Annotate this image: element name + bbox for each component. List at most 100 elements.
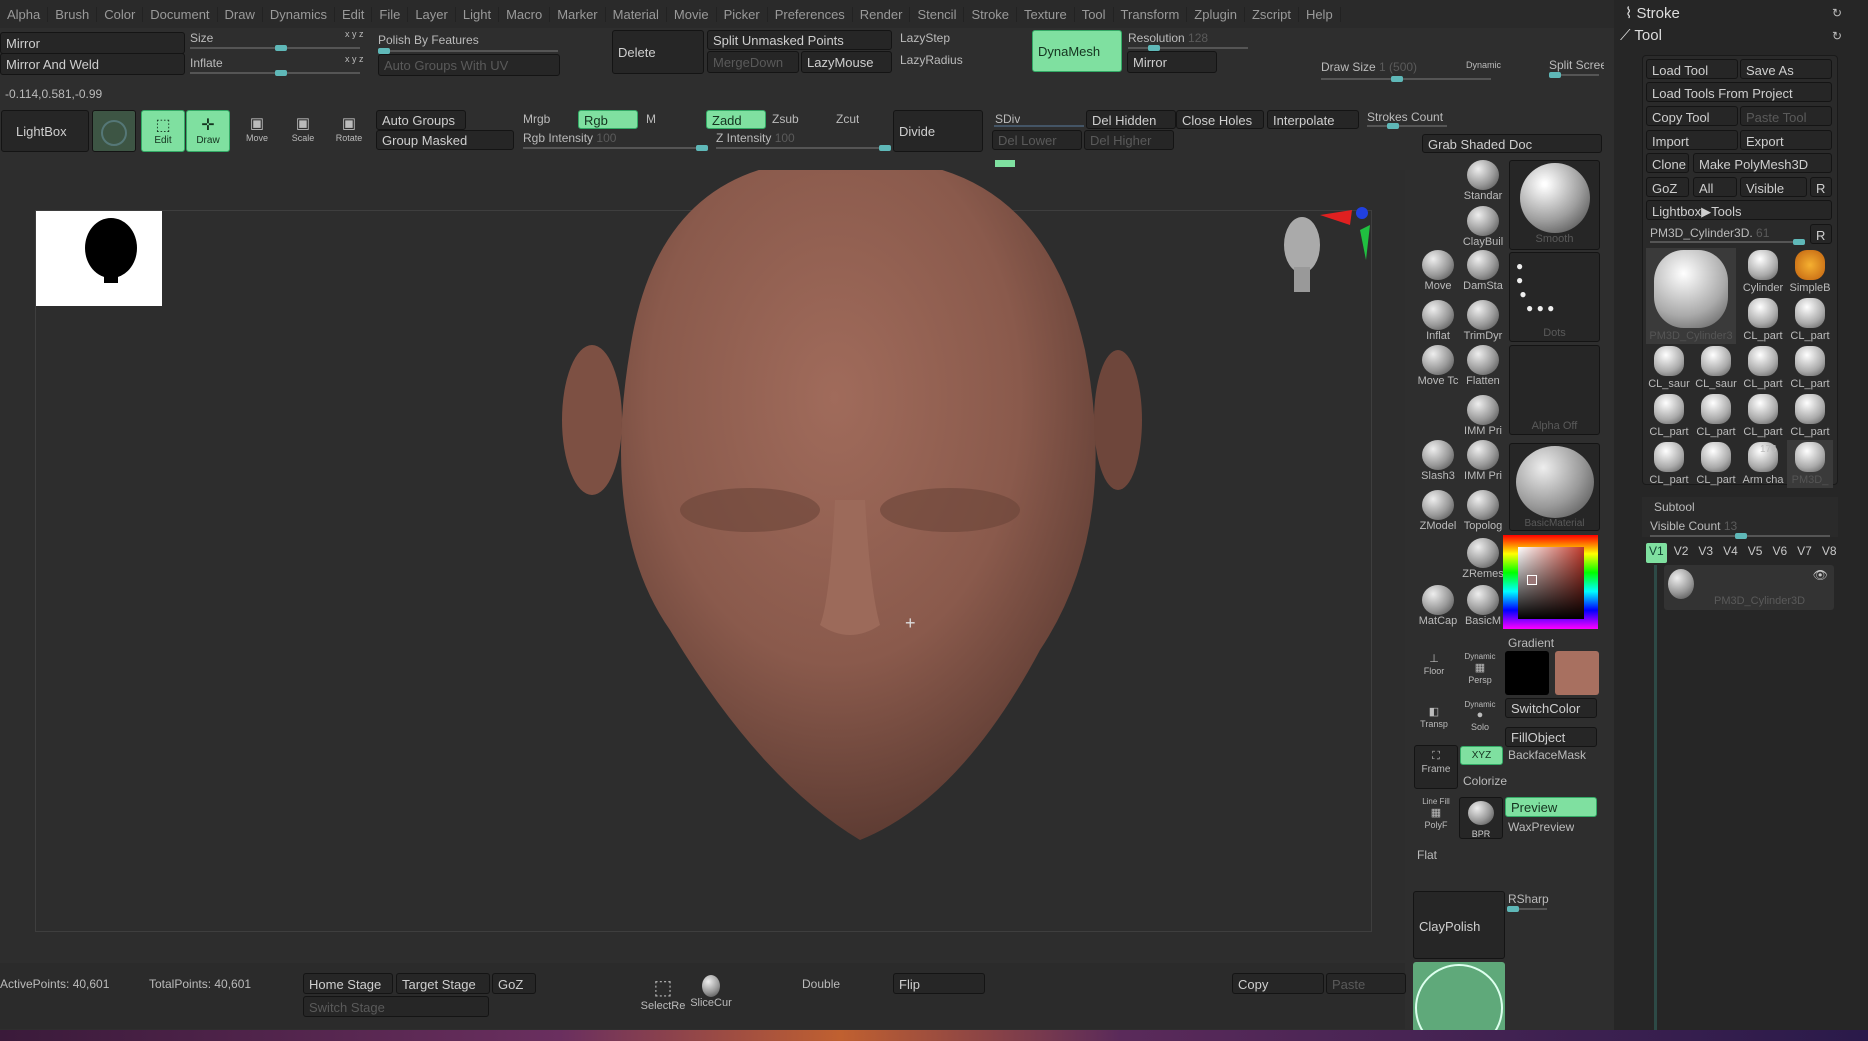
import-button[interactable]: Import bbox=[1646, 130, 1738, 150]
brush-5[interactable]: TrimDyr bbox=[1460, 300, 1506, 342]
lightbox-tools-button[interactable]: Lightbox▶Tools bbox=[1646, 200, 1832, 220]
tool-slider[interactable] bbox=[1650, 239, 1805, 245]
navigator-thumbnail[interactable] bbox=[36, 211, 162, 306]
copy-button[interactable]: Copy bbox=[1232, 973, 1324, 994]
menu-tool[interactable]: Tool bbox=[1075, 6, 1114, 22]
xyz-symmetry-button[interactable]: XYZ bbox=[1460, 746, 1503, 765]
move-button[interactable]: ▣ Move bbox=[240, 114, 274, 144]
zcut-button[interactable]: Zcut bbox=[836, 112, 859, 126]
brush-3[interactable]: DamSta bbox=[1460, 250, 1506, 292]
curve-editor[interactable] bbox=[1413, 962, 1505, 1032]
stroke-slot[interactable]: Smooth bbox=[1509, 160, 1600, 250]
double-button[interactable]: Double bbox=[802, 977, 840, 991]
rotate-button[interactable]: ▣ Rotate bbox=[332, 114, 366, 144]
brush-12[interactable]: Topolog bbox=[1460, 490, 1506, 532]
menu-dynamics[interactable]: Dynamics bbox=[263, 6, 335, 22]
divide-button[interactable]: Divide bbox=[893, 110, 983, 152]
menu-brush[interactable]: Brush bbox=[48, 6, 98, 22]
brush-11[interactable]: ZModel bbox=[1415, 490, 1461, 532]
menu-material[interactable]: Material bbox=[606, 6, 667, 22]
tool-thumb[interactable]: PM3D_Cylinder3 bbox=[1646, 248, 1736, 344]
menu-draw[interactable]: Draw bbox=[218, 6, 263, 22]
menu-transform[interactable]: Transform bbox=[1114, 6, 1188, 22]
brush-14[interactable]: MatCap bbox=[1415, 585, 1461, 627]
del-higher-button[interactable]: Del Higher bbox=[1084, 130, 1174, 150]
brush-9[interactable]: Slash3 bbox=[1415, 440, 1461, 482]
eye-icon[interactable]: 👁 bbox=[1813, 568, 1828, 582]
size-slider[interactable] bbox=[190, 45, 360, 51]
polyframe-button[interactable]: Line Fill ▦ PolyF bbox=[1414, 797, 1458, 831]
split-screen-label[interactable]: Split Scree bbox=[1549, 58, 1604, 72]
brush-7[interactable]: Flatten bbox=[1460, 345, 1506, 387]
tool-thumb[interactable]: PM3D_ bbox=[1787, 440, 1833, 488]
menu-help[interactable]: Help bbox=[1299, 6, 1341, 22]
menu-light[interactable]: Light bbox=[456, 6, 500, 22]
edit-button[interactable]: ⬚ Edit bbox=[141, 110, 185, 152]
rgb-button[interactable]: Rgb bbox=[578, 110, 638, 129]
version-tab-v5[interactable]: V5 bbox=[1745, 543, 1766, 563]
load-tool-button[interactable]: Load Tool bbox=[1646, 59, 1738, 79]
version-tab-v2[interactable]: V2 bbox=[1671, 543, 1692, 563]
mirror-button[interactable]: Mirror bbox=[0, 32, 185, 54]
quick-sketch-button[interactable] bbox=[92, 110, 136, 152]
auto-groups-uv-button[interactable]: Auto Groups With UV bbox=[378, 54, 560, 76]
close-holes-button[interactable]: Close Holes bbox=[1176, 110, 1264, 129]
version-tab-v4[interactable]: V4 bbox=[1720, 543, 1741, 563]
paste-tool-button[interactable]: Paste Tool bbox=[1740, 106, 1832, 126]
menu-macro[interactable]: Macro bbox=[499, 6, 551, 22]
tool-thumb[interactable]: CL_part bbox=[1787, 392, 1833, 440]
scale-button[interactable]: ▣ Scale bbox=[286, 114, 320, 144]
tool-thumb[interactable]: CL_part bbox=[1693, 392, 1739, 440]
sdiv-slider[interactable] bbox=[994, 125, 1084, 127]
canvas-area[interactable]: + bbox=[0, 170, 1405, 960]
tool-thumb[interactable]: CL_part bbox=[1740, 344, 1786, 392]
tool-thumb[interactable]: SimpleB bbox=[1787, 248, 1833, 296]
version-tab-v6[interactable]: V6 bbox=[1769, 543, 1790, 563]
visible-count-slider[interactable] bbox=[1650, 533, 1830, 539]
menu-document[interactable]: Document bbox=[143, 6, 218, 22]
polish-slider[interactable] bbox=[378, 48, 558, 54]
make-polymesh-button[interactable]: Make PolyMesh3D bbox=[1693, 153, 1832, 173]
brush-10[interactable]: IMM Pri bbox=[1460, 440, 1506, 482]
lazymouse-button[interactable]: LazyMouse bbox=[801, 51, 892, 73]
tool-thumb[interactable]: CL_saur bbox=[1693, 344, 1739, 392]
paste-button[interactable]: Paste bbox=[1326, 973, 1406, 994]
dots-slot[interactable]: ● ● ● ● ● ● Dots bbox=[1509, 252, 1600, 342]
colorize-button[interactable]: Colorize bbox=[1463, 774, 1507, 788]
persp-button[interactable]: Dynamic ▦ Persp bbox=[1460, 652, 1500, 686]
flip-button[interactable]: Flip bbox=[893, 973, 985, 994]
split-screen-slider[interactable] bbox=[1549, 72, 1599, 78]
menu-marker[interactable]: Marker bbox=[550, 6, 606, 22]
tool-r-button[interactable]: R bbox=[1810, 224, 1832, 244]
brush-2[interactable]: Move bbox=[1415, 250, 1461, 292]
mrgb-button[interactable]: Mrgb bbox=[523, 112, 550, 126]
secondary-color-swatch[interactable] bbox=[1555, 651, 1599, 695]
goz-all-button[interactable]: All bbox=[1693, 177, 1737, 197]
subtool-scrollbar[interactable] bbox=[1654, 565, 1657, 1035]
floor-button[interactable]: ⊥ Floor bbox=[1414, 652, 1454, 677]
tool-reset-icon[interactable]: ↻ bbox=[1832, 29, 1842, 43]
transp-button[interactable]: ◧ Transp bbox=[1414, 705, 1454, 730]
brush-15[interactable]: BasicM bbox=[1460, 585, 1506, 627]
menu-picker[interactable]: Picker bbox=[717, 6, 768, 22]
menu-file[interactable]: File bbox=[372, 6, 409, 22]
main-color-swatch[interactable] bbox=[1505, 651, 1549, 695]
switch-stage-button[interactable]: Switch Stage bbox=[303, 996, 489, 1017]
fill-object-button[interactable]: FillObject bbox=[1505, 727, 1597, 747]
stroke-panel-header[interactable]: ⌇ Stroke bbox=[1625, 4, 1680, 22]
draw-size-slider[interactable] bbox=[1321, 76, 1491, 82]
brush-0[interactable]: Standar bbox=[1460, 160, 1506, 202]
subtool-item[interactable]: 👁 PM3D_Cylinder3D bbox=[1664, 565, 1834, 610]
color-picker[interactable] bbox=[1503, 535, 1598, 629]
draw-button[interactable]: ✛ Draw bbox=[186, 110, 230, 152]
goz-visible-button[interactable]: Visible bbox=[1740, 177, 1807, 197]
save-as-button[interactable]: Save As bbox=[1740, 59, 1832, 79]
tool-thumb[interactable]: CL_part bbox=[1646, 392, 1692, 440]
menu-alpha[interactable]: Alpha bbox=[0, 6, 49, 22]
load-tools-project-button[interactable]: Load Tools From Project bbox=[1646, 82, 1832, 102]
rgb-intensity-slider[interactable] bbox=[523, 145, 708, 151]
z-intensity-slider[interactable] bbox=[716, 145, 891, 151]
bpr-button[interactable]: BPR bbox=[1459, 797, 1503, 839]
goz-button[interactable]: GoZ bbox=[1646, 177, 1689, 197]
flat-button[interactable]: Flat bbox=[1417, 848, 1437, 862]
